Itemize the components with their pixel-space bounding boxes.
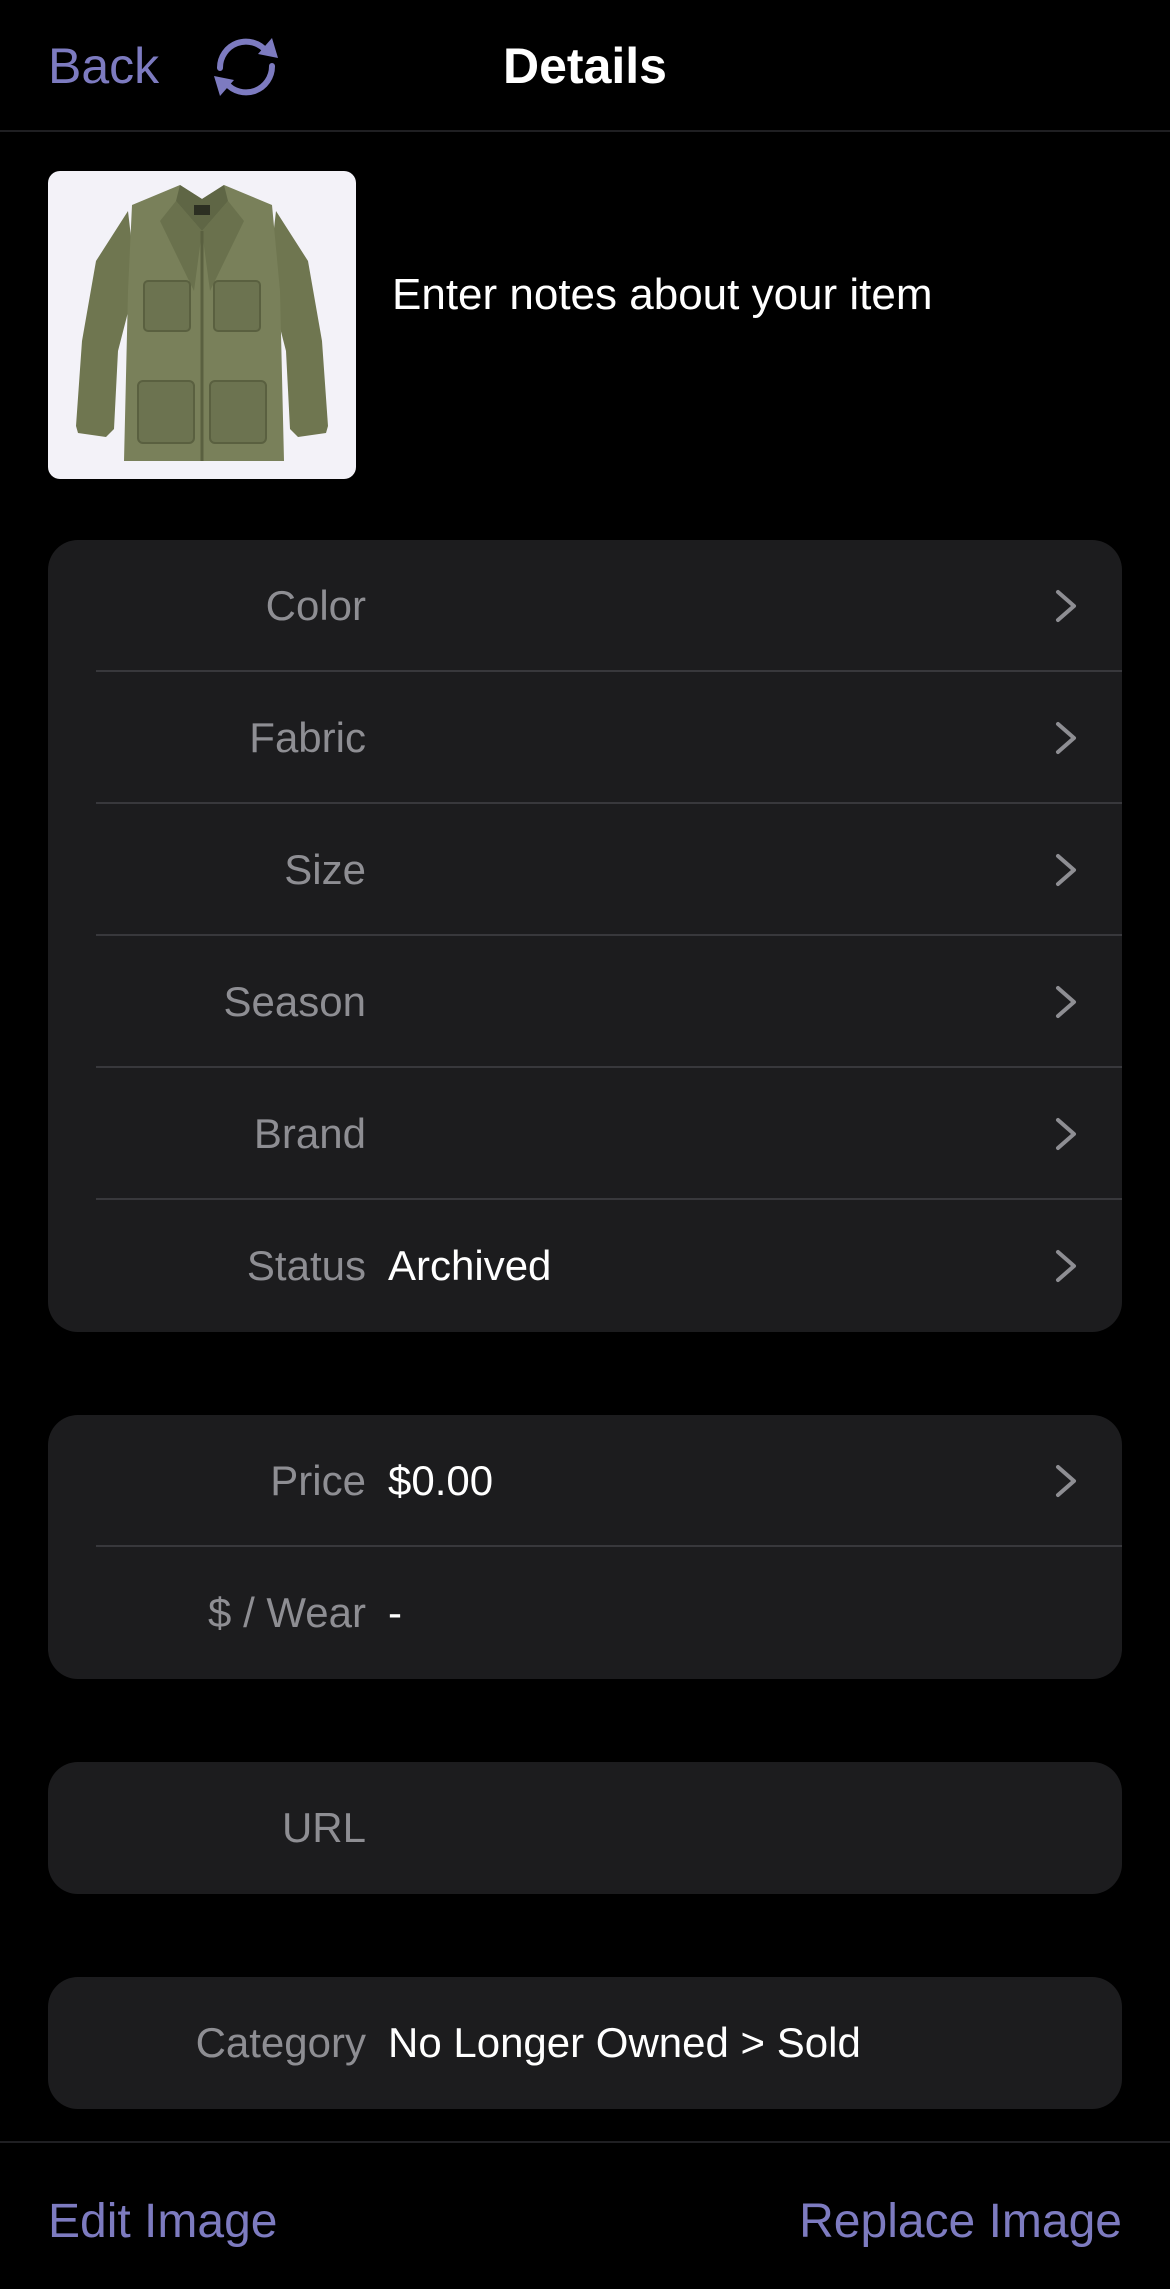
chevron-right-icon xyxy=(1056,590,1076,622)
chevron-right-icon xyxy=(1056,986,1076,1018)
item-image[interactable] xyxy=(48,171,356,479)
chevron-right-icon xyxy=(1056,854,1076,886)
page-title: Details xyxy=(503,38,667,94)
color-row[interactable]: Color xyxy=(48,540,1122,672)
url-label: URL xyxy=(281,1804,366,1851)
brand-row[interactable]: Brand xyxy=(48,1068,1122,1200)
brand-label: Brand xyxy=(253,1110,366,1157)
chevron-right-icon xyxy=(1056,1465,1076,1497)
attributes-card: Color Fabric Size Season Brand Status Ar… xyxy=(48,540,1122,1332)
color-label: Color xyxy=(265,582,366,629)
season-row[interactable]: Season xyxy=(48,936,1122,1068)
pricing-card: Price $0.00 $ / Wear - xyxy=(48,1415,1122,1679)
fabric-label: Fabric xyxy=(249,714,366,761)
category-label: Category xyxy=(195,2019,366,2066)
fabric-row[interactable]: Fabric xyxy=(48,672,1122,804)
category-card: Category No Longer Owned > Sold xyxy=(48,1977,1122,2109)
price-value: $0.00 xyxy=(388,1457,494,1504)
edit-image-button[interactable]: Edit Image xyxy=(48,2193,277,2251)
navigation-bar: Back Details xyxy=(0,0,1170,132)
chevron-right-icon xyxy=(1056,722,1076,754)
bottom-toolbar: Edit Image Replace Image xyxy=(0,2141,1170,2289)
price-label: Price xyxy=(270,1457,366,1504)
status-row[interactable]: Status Archived xyxy=(48,1200,1122,1332)
chevron-right-icon xyxy=(1056,1250,1076,1282)
notes-field[interactable]: Enter notes about your item xyxy=(392,268,933,322)
size-label: Size xyxy=(284,846,366,893)
price-row[interactable]: Price $0.00 xyxy=(48,1415,1122,1547)
chevron-right-icon xyxy=(1056,1118,1076,1150)
replace-image-button[interactable]: Replace Image xyxy=(799,2193,1122,2251)
season-label: Season xyxy=(223,978,366,1025)
category-row[interactable]: Category No Longer Owned > Sold xyxy=(48,1977,1122,2109)
status-label: Status xyxy=(246,1242,366,1289)
cost-per-wear-value: - xyxy=(388,1589,402,1636)
cost-per-wear-row: $ / Wear - xyxy=(48,1547,1122,1679)
cost-per-wear-label: $ / Wear xyxy=(208,1589,366,1636)
url-card: URL xyxy=(48,1762,1122,1894)
url-row[interactable]: URL xyxy=(48,1762,1122,1894)
status-value: Archived xyxy=(388,1242,552,1289)
jacket-image-icon xyxy=(76,185,328,461)
size-row[interactable]: Size xyxy=(48,804,1122,936)
category-value: No Longer Owned > Sold xyxy=(388,2019,861,2066)
